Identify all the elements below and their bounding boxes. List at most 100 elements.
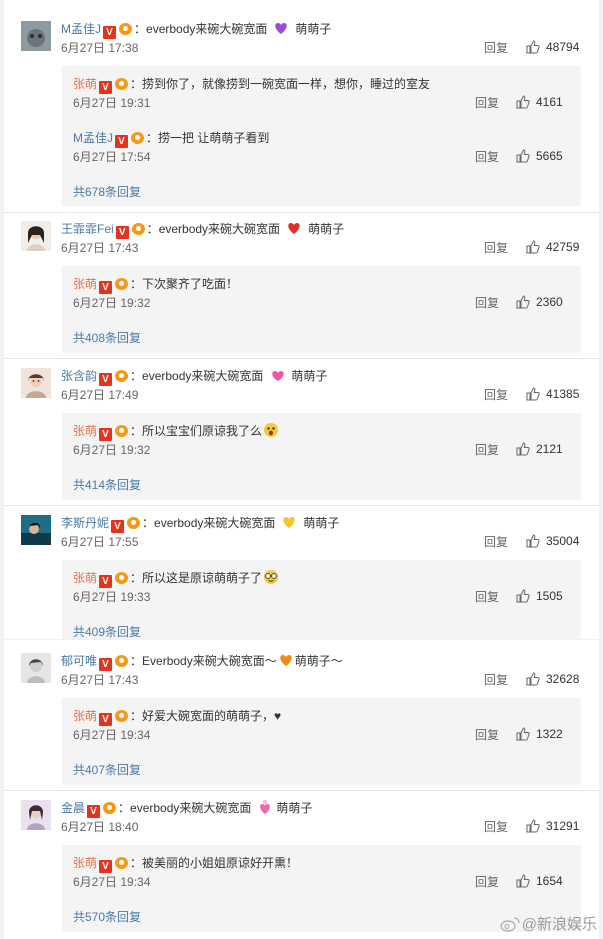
reply-button[interactable]: 回复: [475, 296, 499, 310]
avatar[interactable]: [21, 21, 51, 51]
colon-separator: ：: [130, 424, 143, 438]
like-button[interactable]: 4161: [516, 94, 563, 110]
yellow-heart-icon: [283, 517, 296, 528]
username-link[interactable]: 张萌: [73, 77, 97, 91]
reply-header: 张萌 V ：所以这是原谅萌萌子了: [73, 569, 279, 588]
username-link[interactable]: 张萌: [73, 277, 97, 291]
timestamp: 6月27日 19:34: [73, 728, 151, 742]
divider: [4, 358, 599, 359]
thumbs-up-icon: [516, 295, 530, 309]
reply-button[interactable]: 回复: [484, 673, 508, 687]
reply-thread: 张萌 V ：下次聚齐了吃面！ 6月27日 19:32 回复 2360 共408条回复: [62, 266, 581, 353]
reply-button[interactable]: 回复: [475, 150, 499, 164]
watermark: @新浪娱乐: [500, 916, 597, 934]
reply-header: 张萌 V ：下次聚齐了吃面！: [73, 275, 238, 294]
colon-separator: ：: [146, 131, 159, 145]
more-replies-link[interactable]: 共678条回复: [73, 184, 141, 200]
sparkling-heart-icon: [271, 369, 285, 381]
colon-separator: ：: [130, 571, 143, 585]
thumbs-up-icon: [526, 534, 540, 548]
timestamp: 6月27日 19:31: [73, 96, 151, 110]
username-link[interactable]: M孟佳J: [73, 131, 113, 145]
more-replies-link[interactable]: 共414条回复: [73, 477, 141, 493]
username-link[interactable]: M孟佳J: [61, 22, 101, 36]
username-link[interactable]: 郁可唯: [61, 654, 97, 668]
like-count: 1322: [536, 727, 563, 741]
more-replies-link[interactable]: 共408条回复: [73, 330, 141, 346]
username-link[interactable]: 李斯丹妮: [61, 516, 109, 530]
reply-button[interactable]: 回复: [475, 96, 499, 110]
watermark-text: @新浪娱乐: [521, 916, 597, 933]
weibo-logo-icon: [500, 917, 520, 932]
more-replies-link[interactable]: 共570条回复: [73, 909, 141, 925]
username-link[interactable]: 张萌: [73, 424, 97, 438]
timestamp: 6月27日 17:43: [61, 673, 139, 687]
like-button[interactable]: 5665: [516, 148, 563, 164]
reply-button[interactable]: 回复: [475, 443, 499, 457]
thumbs-up-icon: [516, 589, 530, 603]
username-link[interactable]: 张含韵: [61, 369, 97, 383]
comment-text: everbody来碗大碗宽面: [146, 22, 268, 36]
reply-button[interactable]: 回复: [475, 875, 499, 889]
reply-text: 好爱大碗宽面的萌萌子，♥: [142, 709, 282, 723]
reply-button[interactable]: 回复: [484, 820, 508, 834]
thumbs-up-icon: [516, 874, 530, 888]
orange-heart-icon: [280, 655, 292, 666]
like-button[interactable]: 31291: [526, 818, 579, 834]
comment-text: everbody来碗大碗宽面: [130, 801, 252, 815]
nerd-face-icon: [264, 570, 279, 584]
like-button[interactable]: 1505: [516, 588, 563, 604]
like-button[interactable]: 2121: [516, 441, 563, 457]
like-button[interactable]: 41385: [526, 386, 579, 402]
reply-header: 张萌 V ：好爱大碗宽面的萌萌子，♥: [73, 707, 282, 726]
like-button[interactable]: 32628: [526, 671, 579, 687]
thumbs-up-icon: [526, 240, 540, 254]
avatar[interactable]: [21, 368, 51, 398]
colon-separator: ：: [130, 709, 143, 723]
verified-icon: V: [115, 226, 129, 239]
comment-tail: 萌萌子: [291, 369, 328, 383]
reply-button[interactable]: 回复: [484, 388, 508, 402]
like-button[interactable]: 2360: [516, 294, 563, 310]
more-replies-link[interactable]: 共407条回复: [73, 762, 141, 778]
like-button[interactable]: 48794: [526, 39, 579, 55]
verified-icon: V: [99, 860, 113, 873]
vip-badge-icon: [130, 131, 146, 145]
reply-thread: 张萌 V ：捞到你了，就像捞到一碗宽面一样，想你，睡过的室友 6月27日 19:31…: [62, 66, 581, 206]
username-link[interactable]: 金晨: [61, 801, 85, 815]
username-link[interactable]: 张萌: [73, 856, 97, 870]
verified-icon: V: [111, 520, 125, 533]
colon-separator: ：: [118, 801, 131, 815]
colon-separator: ：: [130, 369, 143, 383]
reply-button[interactable]: 回复: [484, 241, 508, 255]
comment-header: 李斯丹妮 V ：everbody来碗大碗宽面 萌萌子: [61, 514, 339, 533]
reply-button[interactable]: 回复: [484, 41, 508, 55]
comment-header: 王霏霏Fei V ：everbody来碗大碗宽面 萌萌子: [61, 220, 344, 239]
timestamp: 6月27日 17:38: [61, 41, 139, 55]
comment-header: M孟佳J V ：everbody来碗大碗宽面 萌萌子: [61, 20, 331, 39]
avatar[interactable]: [21, 653, 51, 683]
avatar[interactable]: [21, 221, 51, 251]
timestamp: 6月27日 19:32: [73, 296, 151, 310]
timestamp: 6月27日 18:40: [61, 820, 139, 834]
verified-icon: V: [99, 713, 113, 726]
like-button[interactable]: 1654: [516, 873, 563, 889]
reply-button[interactable]: 回复: [475, 728, 499, 742]
reply-button[interactable]: 回复: [484, 535, 508, 549]
username-link[interactable]: 王霏霏Fei: [61, 222, 114, 236]
vip-badge-icon: [114, 424, 130, 438]
like-button[interactable]: 1322: [516, 726, 563, 742]
like-count: 1654: [536, 874, 563, 888]
avatar[interactable]: [21, 515, 51, 545]
username-link[interactable]: 张萌: [73, 571, 97, 585]
username-link[interactable]: 张萌: [73, 709, 97, 723]
reply-text: 捞一把 让萌萌子看到: [158, 131, 270, 145]
avatar[interactable]: [21, 800, 51, 830]
like-button[interactable]: 35004: [526, 533, 579, 549]
like-button[interactable]: 42759: [526, 239, 579, 255]
thumbs-up-icon: [516, 442, 530, 456]
reply-header: 张萌 V ：所以宝宝们原谅我了么: [73, 422, 279, 441]
timestamp: 6月27日 19:34: [73, 875, 151, 889]
reply-button[interactable]: 回复: [475, 590, 499, 604]
more-replies-link[interactable]: 共409条回复: [73, 624, 141, 639]
